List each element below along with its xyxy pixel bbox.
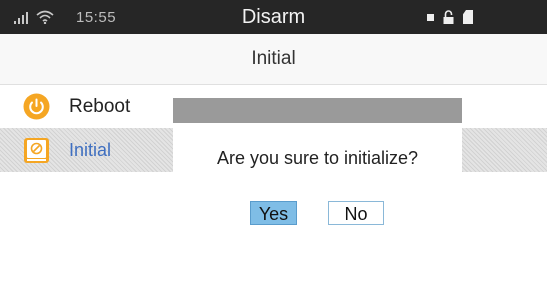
dialog-title-bar <box>173 98 462 123</box>
power-icon <box>23 93 50 120</box>
yes-button[interactable]: Yes <box>250 201 297 225</box>
no-button[interactable]: No <box>328 201 384 225</box>
page-title: Initial <box>251 48 296 69</box>
sd-card-icon <box>463 10 473 24</box>
dialog-message: Are you sure to initialize? <box>216 148 419 168</box>
menu-item-label: Initial <box>69 139 112 160</box>
status-bar: 15:55 Disarm <box>0 0 547 34</box>
menu-item-label: Reboot <box>69 95 131 117</box>
lock-icon <box>443 10 454 24</box>
initialize-icon <box>24 137 49 163</box>
status-right <box>427 9 473 25</box>
page-header: Initial <box>0 34 547 85</box>
dot-icon <box>427 13 434 21</box>
confirm-dialog: Are you sure to initialize? Yes No <box>173 98 462 237</box>
